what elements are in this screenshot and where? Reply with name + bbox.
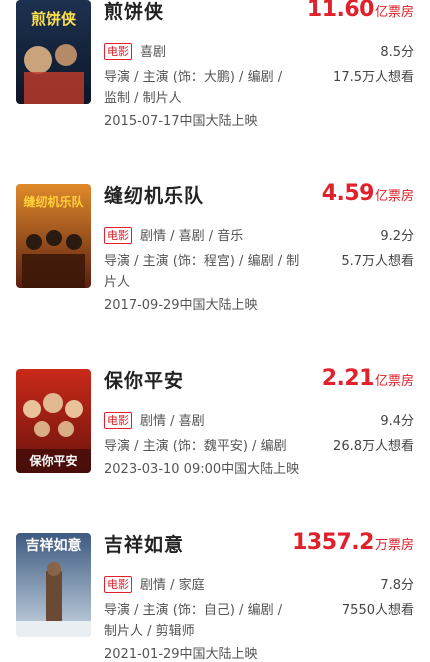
credits: 导演 / 主演 (饰：魏平安) / 编剧 — [104, 439, 287, 454]
movie-poster[interactable]: 煎饼侠 — [16, 0, 91, 104]
box-office-unit: 万票房 — [374, 538, 414, 553]
box-office-value: 1357.2 — [292, 530, 374, 555]
credits-row-continued: 制片人 / 剪辑师 — [104, 620, 414, 639]
want-to-see-count: 17.5万人想看 — [333, 70, 414, 85]
genre-row: 电影 剧情 / 喜剧 / 音乐 9.2分 — [104, 225, 414, 244]
poster-title: 保你平安 — [28, 453, 77, 468]
want-to-see-count: 7550人想看 — [341, 603, 414, 618]
credits-continued: 片人 — [104, 275, 131, 290]
credits-continued: 制片人 / 剪辑师 — [104, 624, 195, 639]
genre-row: 电影 剧情 / 家庭 7.8分 — [104, 574, 414, 593]
release-date: 2023-03-10 09:00中国大陆上映 — [104, 462, 300, 477]
type-badge: 电影 — [104, 227, 132, 244]
credits-row-continued: 监制 / 制片人 — [104, 87, 414, 106]
credits: 导演 / 主演 (饰：自己) / 编剧 / — [104, 603, 283, 618]
movie-title[interactable]: 保你平安 — [104, 366, 184, 393]
score: 9.2分 — [380, 229, 414, 244]
want-to-see-count: 5.7万人想看 — [341, 254, 414, 269]
want-to-see-count: 26.8万人想看 — [333, 439, 414, 454]
poster-title: 缝纫机乐队 — [23, 194, 84, 209]
box-office-unit: 亿票房 — [374, 374, 414, 389]
box-office: 11.60亿票房 — [307, 0, 414, 22]
movie-title[interactable]: 吉祥如意 — [104, 530, 184, 557]
movie-poster[interactable]: 吉祥如意 — [16, 533, 91, 637]
type-badge: 电影 — [104, 43, 132, 60]
credits: 导演 / 主演 (饰：大鹏) / 编剧 / — [104, 70, 283, 85]
movie-title[interactable]: 煎饼侠 — [104, 0, 164, 24]
type-badge: 电影 — [104, 576, 132, 593]
box-office-unit: 亿票房 — [374, 5, 414, 20]
box-office: 1357.2万票房 — [292, 530, 414, 555]
score: 7.8分 — [380, 578, 414, 593]
score: 9.4分 — [380, 414, 414, 429]
poster-image: 保你平安 — [16, 369, 91, 473]
credits-row: 导演 / 主演 (饰：程宫) / 编剧 / 制 5.7万人想看 — [104, 250, 414, 269]
credits-row-continued: 片人 — [104, 271, 414, 290]
release-date: 2021-01-29中国大陆上映 — [104, 647, 258, 662]
box-office-value: 4.59 — [321, 181, 375, 206]
genre-row: 电影 喜剧 8.5分 — [104, 41, 414, 60]
genres: 剧情 / 喜剧 — [140, 414, 205, 429]
credits-row: 导演 / 主演 (饰：魏平安) / 编剧 26.8万人想看 — [104, 435, 414, 454]
release-date: 2015-07-17中国大陆上映 — [104, 114, 258, 129]
poster-image: 煎饼侠 — [16, 0, 91, 104]
genres: 剧情 / 家庭 — [140, 578, 205, 593]
credits-row: 导演 / 主演 (饰：自己) / 编剧 / 7550人想看 — [104, 599, 414, 618]
box-office: 2.21亿票房 — [322, 366, 414, 391]
box-office: 4.59亿票房 — [322, 181, 414, 206]
box-office-value: 11.60 — [306, 0, 375, 22]
poster-image: 缝纫机乐队 — [16, 184, 91, 288]
poster-title: 煎饼侠 — [31, 10, 77, 28]
genres: 剧情 / 喜剧 / 音乐 — [140, 229, 244, 244]
poster-image: 吉祥如意 — [16, 533, 91, 637]
genres: 喜剧 — [140, 45, 167, 60]
box-office-value: 2.21 — [321, 366, 375, 391]
movie-list: 煎饼侠 煎饼侠 11.60亿票房 电影 喜剧 8.5分 导演 / 主演 (饰：大鹏… — [0, 0, 430, 662]
box-office-unit: 亿票房 — [374, 189, 414, 204]
credits-row: 导演 / 主演 (饰：大鹏) / 编剧 / 17.5万人想看 — [104, 66, 414, 85]
credits: 导演 / 主演 (饰：程宫) / 编剧 / 制 — [104, 254, 300, 269]
movie-title[interactable]: 缝纫机乐队 — [104, 181, 204, 208]
genre-row: 电影 剧情 / 喜剧 9.4分 — [104, 410, 414, 429]
poster-title: 吉祥如意 — [26, 537, 82, 554]
score: 8.5分 — [380, 45, 414, 60]
movie-poster[interactable]: 缝纫机乐队 — [16, 184, 91, 288]
movie-poster[interactable]: 保你平安 — [16, 369, 91, 473]
credits-continued: 监制 / 制片人 — [104, 91, 182, 106]
type-badge: 电影 — [104, 412, 132, 429]
release-date: 2017-09-29中国大陆上映 — [104, 298, 258, 313]
